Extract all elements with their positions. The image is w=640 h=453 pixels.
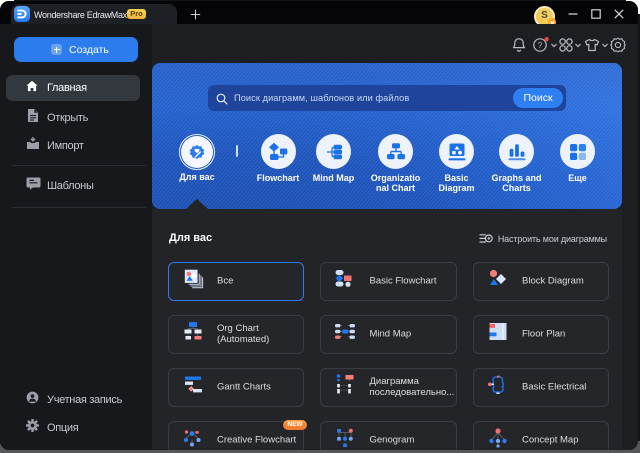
svg-text:?: ? (538, 41, 543, 50)
